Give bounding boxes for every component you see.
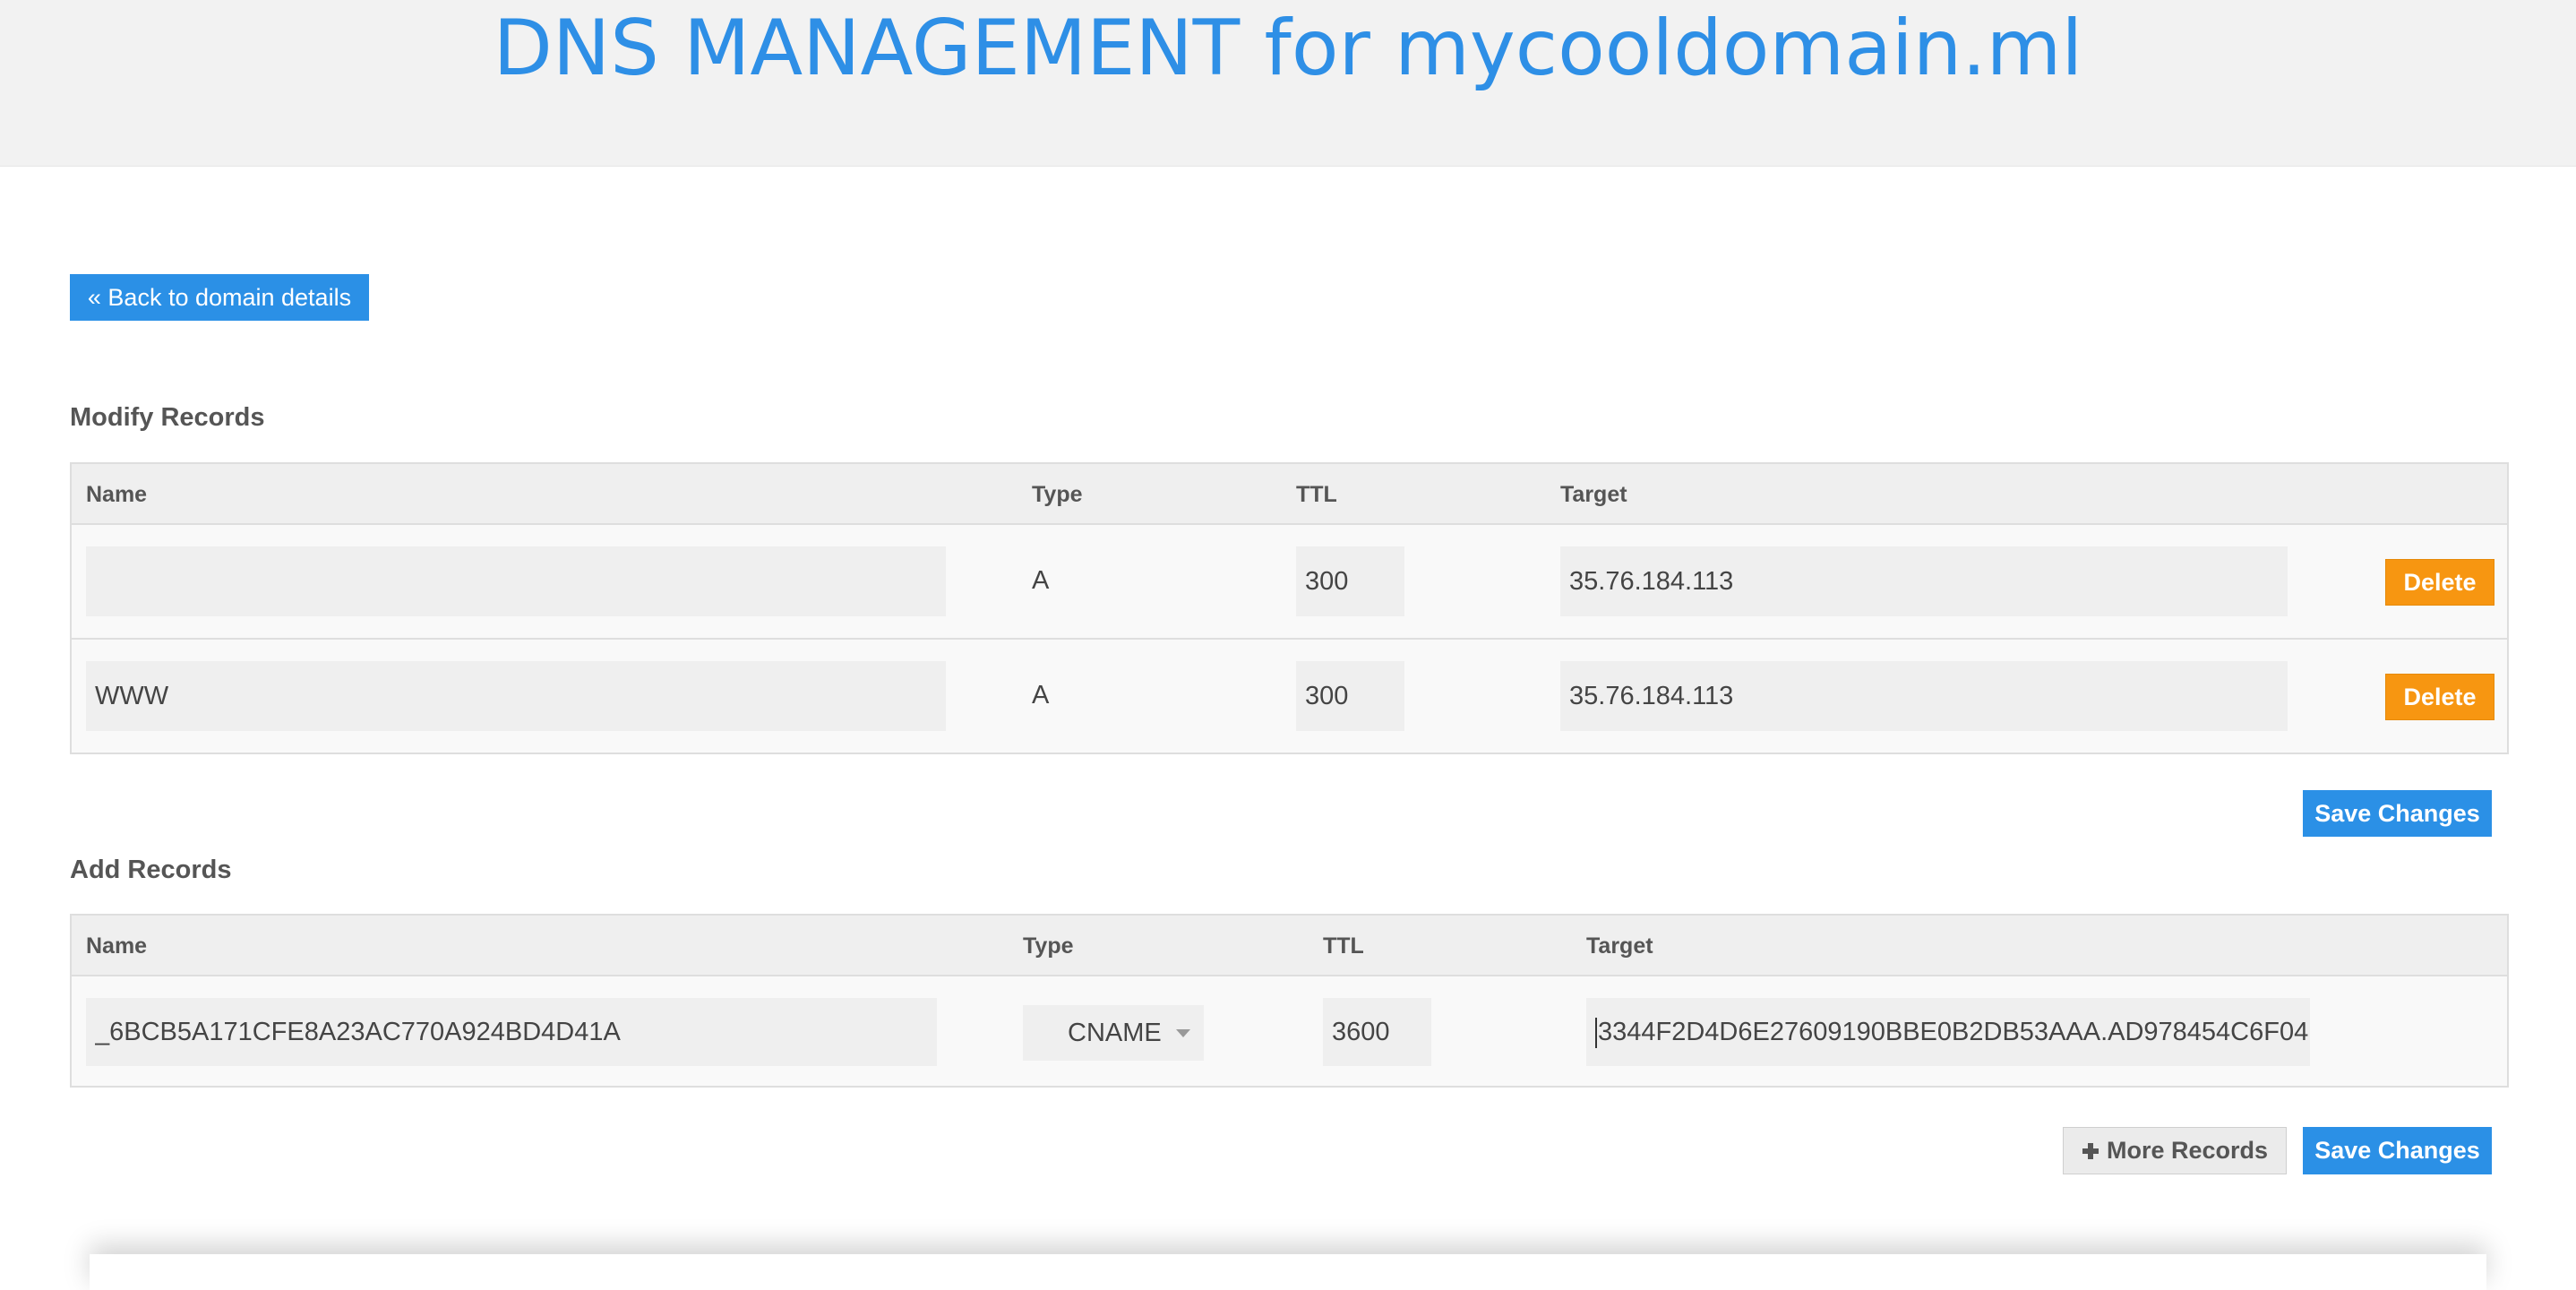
save-changes-button[interactable]: Save Changes [2303,790,2492,837]
chevron-down-icon [1175,1028,1190,1037]
column-type: Type [1032,482,1083,507]
modify-records-heading: Modify Records [70,403,265,432]
delete-button[interactable]: Delete [2385,559,2494,606]
column-ttl: TTL [1296,482,1337,507]
delete-button[interactable]: Delete [2385,674,2494,720]
back-button-label: « Back to domain details [87,283,352,311]
modify-table-header: Name Type TTL Target [72,464,2507,525]
text-cursor [1595,1018,1597,1049]
add-records-heading: Add Records [70,856,232,884]
delete-button-label: Delete [2403,568,2477,596]
record-type: A [1032,566,1050,595]
column-target: Target [1560,482,1627,507]
column-type: Type [1023,933,1074,959]
record-ttl-input[interactable] [1296,661,1404,731]
back-to-domain-details-button[interactable]: « Back to domain details [70,274,369,321]
record-name-input[interactable] [86,546,946,616]
new-record-type-select[interactable]: CNAME [1023,1005,1204,1061]
save-changes-label: Save Changes [2314,799,2480,827]
new-record-target-input[interactable]: 3344F2D4D6E27609190BBE0B2DB53AAA.AD97845… [1586,998,2310,1066]
selected-type: CNAME [1068,1018,1162,1047]
new-record-name-input[interactable] [86,998,937,1066]
record-type: A [1032,681,1050,710]
column-target: Target [1586,933,1653,959]
add-table-header: Name Type TTL Target [72,916,2507,976]
more-records-button[interactable]: More Records [2063,1127,2287,1174]
save-changes-button[interactable]: Save Changes [2303,1127,2492,1174]
record-name-input[interactable] [86,661,946,731]
new-record-row: CNAME 3344F2D4D6E27609190BBE0B2DB53AAA.A… [72,976,2507,1086]
record-target-input[interactable] [1560,546,2288,616]
more-records-label: More Records [2106,1137,2269,1164]
footer-shadow [90,1254,2486,1290]
column-name: Name [86,482,148,507]
record-ttl-input[interactable] [1296,546,1404,616]
record-row: A Delete [72,638,2507,752]
new-record-target-value: 3344F2D4D6E27609190BBE0B2DB53AAA.AD97845… [1598,1018,2310,1046]
delete-button-label: Delete [2403,683,2477,710]
record-row: A Delete [72,525,2507,638]
modify-records-table: Name Type TTL Target A Delete A Delete [70,462,2509,754]
add-records-table: Name Type TTL Target CNAME 3344F2D4D6E27… [70,914,2509,1088]
column-ttl: TTL [1323,933,1364,959]
record-target-input[interactable] [1560,661,2288,731]
plus-icon [2082,1142,2099,1159]
page-header: DNS MANAGEMENT for mycooldomain.ml [0,0,2576,167]
save-changes-label: Save Changes [2314,1137,2480,1164]
page-title: DNS MANAGEMENT for mycooldomain.ml [493,4,2083,93]
column-name: Name [86,933,148,959]
new-record-ttl-input[interactable] [1323,998,1431,1066]
